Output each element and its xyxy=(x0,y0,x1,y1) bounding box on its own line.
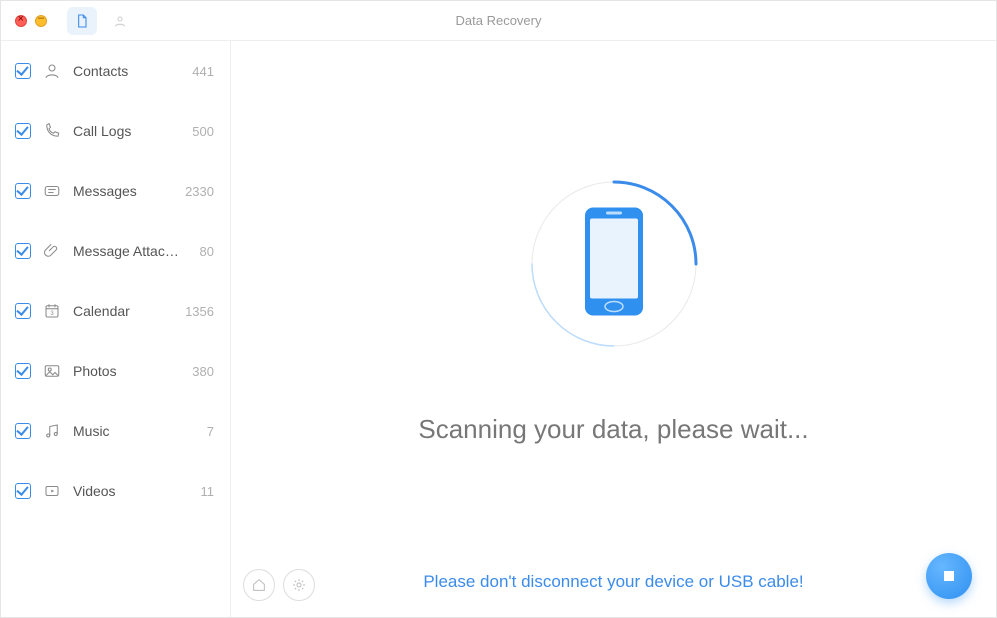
checkbox[interactable] xyxy=(15,243,31,259)
video-icon xyxy=(43,482,61,500)
sidebar-item-message[interactable]: Messages 2330 xyxy=(1,161,230,221)
sidebar-item-attach[interactable]: Message Attac… 80 xyxy=(1,221,230,281)
sidebar-item-contact[interactable]: Contacts 441 xyxy=(1,41,230,101)
checkbox[interactable] xyxy=(15,423,31,439)
mode-contact-button[interactable] xyxy=(105,7,135,35)
sidebar-item-calendar[interactable]: 3 Calendar 1356 xyxy=(1,281,230,341)
window-close-button[interactable] xyxy=(15,15,27,27)
call-icon xyxy=(43,122,61,140)
music-icon xyxy=(43,422,61,440)
contacts-mode-icon xyxy=(112,13,128,29)
sidebar-item-label: Videos xyxy=(73,483,189,499)
sidebar-item-count: 7 xyxy=(207,424,214,439)
sidebar-item-label: Messages xyxy=(73,183,173,199)
sidebar-item-label: Call Logs xyxy=(73,123,180,139)
sidebar-item-label: Message Attac… xyxy=(73,243,188,259)
window-title: Data Recovery xyxy=(1,13,996,28)
scan-status-text: Scanning your data, please wait... xyxy=(418,414,808,445)
sidebar-item-count: 1356 xyxy=(185,304,214,319)
svg-text:3: 3 xyxy=(50,311,54,317)
sidebar-item-count: 380 xyxy=(192,364,214,379)
titlebar: Data Recovery xyxy=(1,1,996,41)
mode-data-button[interactable] xyxy=(67,7,97,35)
checkbox[interactable] xyxy=(15,303,31,319)
home-icon xyxy=(251,577,267,593)
sidebar: Contacts441Call Logs500Messages2330Messa… xyxy=(1,41,231,617)
checkbox[interactable] xyxy=(15,363,31,379)
checkbox[interactable] xyxy=(15,63,31,79)
checkbox[interactable] xyxy=(15,183,31,199)
window-minimize-button[interactable] xyxy=(35,15,47,27)
sidebar-item-label: Calendar xyxy=(73,303,173,319)
sidebar-item-count: 2330 xyxy=(185,184,214,199)
sidebar-item-label: Music xyxy=(73,423,195,439)
sidebar-item-label: Photos xyxy=(73,363,180,379)
sidebar-item-count: 441 xyxy=(192,64,214,79)
sidebar-item-call[interactable]: Call Logs 500 xyxy=(1,101,230,161)
sidebar-item-video[interactable]: Videos 11 xyxy=(1,461,230,521)
disconnect-warning: Please don't disconnect your device or U… xyxy=(423,572,803,592)
gear-icon xyxy=(291,577,307,593)
attach-icon xyxy=(43,242,61,260)
phone-icon xyxy=(584,206,644,321)
calendar-icon: 3 xyxy=(43,302,61,320)
sidebar-item-photo[interactable]: Photos 380 xyxy=(1,341,230,401)
stop-scan-button[interactable] xyxy=(926,553,972,599)
home-button[interactable] xyxy=(243,569,275,601)
settings-button[interactable] xyxy=(283,569,315,601)
sidebar-item-label: Contacts xyxy=(73,63,180,79)
stop-icon xyxy=(944,571,954,581)
sidebar-item-count: 500 xyxy=(192,124,214,139)
sidebar-item-count: 80 xyxy=(200,244,214,259)
sidebar-item-count: 11 xyxy=(201,484,215,499)
main-panel: Scanning your data, please wait... Pleas… xyxy=(231,41,996,617)
checkbox[interactable] xyxy=(15,123,31,139)
photo-icon xyxy=(43,362,61,380)
contact-icon xyxy=(43,62,61,80)
message-icon xyxy=(43,182,61,200)
sidebar-item-music[interactable]: Music 7 xyxy=(1,401,230,461)
scan-progress xyxy=(524,174,704,354)
checkbox[interactable] xyxy=(15,483,31,499)
document-icon xyxy=(74,13,90,29)
